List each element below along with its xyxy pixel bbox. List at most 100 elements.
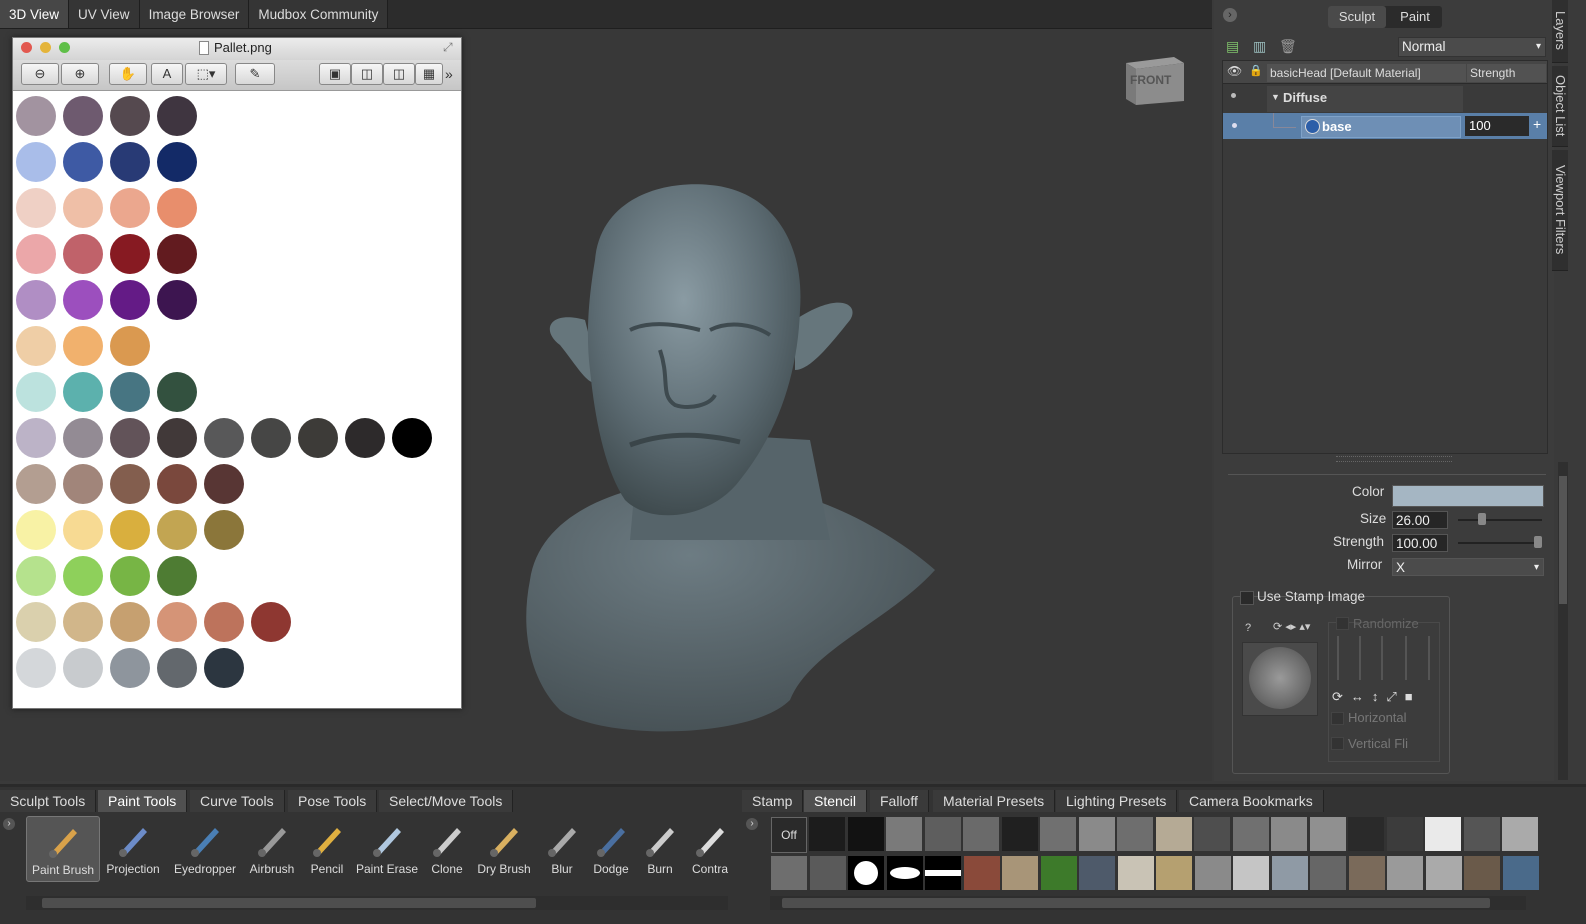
stencil-thumbnail[interactable] bbox=[963, 817, 999, 851]
scrollbar-thumb[interactable] bbox=[782, 898, 1490, 908]
view-grid-icon[interactable]: ▦ bbox=[415, 63, 443, 85]
delete-layer-icon[interactable]: 🗑 bbox=[1279, 38, 1297, 55]
tab-stencil[interactable]: Stencil bbox=[804, 790, 868, 812]
tab-image-browser[interactable]: Image Browser bbox=[139, 0, 250, 28]
random-slider-4[interactable] bbox=[1405, 636, 1407, 680]
size-slider[interactable] bbox=[1458, 519, 1542, 521]
collapse-icon[interactable]: › bbox=[1223, 8, 1237, 22]
strength-slider[interactable] bbox=[1458, 542, 1542, 544]
random-slider-3[interactable] bbox=[1381, 636, 1383, 680]
tab-paint-tools[interactable]: Paint Tools bbox=[98, 790, 188, 812]
tab-material-presets[interactable]: Material Presets bbox=[933, 790, 1056, 812]
stencil-thumbnail[interactable] bbox=[1117, 817, 1153, 851]
stencil-thumbnail[interactable] bbox=[1194, 856, 1231, 890]
stencil-thumbnail[interactable] bbox=[1002, 856, 1038, 890]
horizontal-checkbox[interactable] bbox=[1331, 712, 1344, 725]
strength-field[interactable]: 100.00 bbox=[1392, 534, 1448, 552]
stencil-thumbnail[interactable] bbox=[1387, 856, 1423, 890]
view-split-icon[interactable]: ◫ bbox=[351, 63, 383, 85]
stencil-thumbnail[interactable] bbox=[1386, 817, 1423, 851]
properties-scrollbar[interactable] bbox=[1558, 462, 1568, 780]
randomize-icons[interactable]: ⟳↔↕⤢■ bbox=[1332, 689, 1421, 705]
stencil-thumbnail[interactable] bbox=[1463, 817, 1500, 851]
expand-icon[interactable]: ▼ bbox=[1271, 92, 1280, 102]
layer-row-base[interactable]: base 100 + bbox=[1223, 113, 1547, 139]
zoom-in-icon[interactable]: ⊕ bbox=[61, 63, 99, 85]
random-slider-1[interactable] bbox=[1337, 636, 1339, 680]
stencil-thumbnail[interactable] bbox=[1502, 817, 1538, 851]
view-columns-icon[interactable]: ◫ bbox=[383, 63, 415, 85]
text-icon[interactable]: A bbox=[151, 63, 183, 85]
side-tab-object-list[interactable]: Object List bbox=[1552, 66, 1568, 147]
stencil-thumbnail[interactable] bbox=[1040, 817, 1076, 851]
stencil-thumbnail[interactable] bbox=[847, 817, 884, 851]
close-icon[interactable] bbox=[21, 42, 32, 53]
tool-paint-brush[interactable]: Paint Brush bbox=[26, 816, 100, 882]
stencil-thumbnail[interactable] bbox=[1309, 817, 1346, 851]
stencil-thumbnail[interactable] bbox=[1348, 817, 1384, 851]
palette-image[interactable] bbox=[13, 92, 461, 706]
stencil-thumbnail[interactable] bbox=[848, 856, 884, 890]
selection-icon[interactable]: ⬚▾ bbox=[185, 63, 227, 85]
random-slider-2[interactable] bbox=[1359, 636, 1361, 680]
vertical-checkbox[interactable] bbox=[1331, 737, 1344, 750]
tab-mudbox-community[interactable]: Mudbox Community bbox=[249, 0, 389, 28]
stencil-thumbnail[interactable] bbox=[809, 856, 846, 890]
tab-lighting-presets[interactable]: Lighting Presets bbox=[1056, 790, 1178, 812]
tool-eyedropper[interactable]: Eyedropper bbox=[171, 816, 239, 880]
layer-strength-field[interactable]: 100 bbox=[1465, 116, 1529, 136]
view-cube[interactable]: FRONT bbox=[1124, 53, 1184, 105]
tab-uv-view[interactable]: UV View bbox=[69, 0, 140, 28]
side-tab-layers[interactable]: Layers bbox=[1552, 0, 1568, 63]
resize-icon[interactable]: ⤢ bbox=[443, 40, 453, 55]
stencil-thumbnail[interactable] bbox=[1271, 817, 1307, 851]
stamp-preview[interactable] bbox=[1242, 642, 1318, 716]
pencil-icon[interactable]: ✎ bbox=[235, 63, 275, 85]
tab-falloff[interactable]: Falloff bbox=[870, 790, 929, 812]
tool-projection[interactable]: Projection bbox=[99, 816, 167, 880]
strength-slider-handle[interactable] bbox=[1534, 536, 1542, 548]
tab-3d-view[interactable]: 3D View bbox=[0, 0, 70, 28]
use-stamp-checkbox[interactable] bbox=[1240, 591, 1254, 605]
tab-pose-tools[interactable]: Pose Tools bbox=[288, 790, 378, 812]
visibility-dot-icon[interactable] bbox=[1232, 123, 1237, 128]
help-icon[interactable]: ? bbox=[1245, 622, 1251, 634]
tab-camera-bookmarks[interactable]: Camera Bookmarks bbox=[1179, 790, 1324, 812]
rotate-icons[interactable]: ⟳ ◂▸ ▴▾ bbox=[1273, 620, 1310, 633]
side-tab-viewport-filters[interactable]: Viewport Filters bbox=[1552, 150, 1568, 271]
view-single-icon[interactable]: ▣ bbox=[319, 63, 351, 85]
stencil-thumbnail[interactable] bbox=[925, 856, 961, 890]
stencil-thumbnail[interactable] bbox=[924, 817, 961, 851]
stencil-thumbnail[interactable] bbox=[1194, 817, 1230, 851]
stencil-thumbnail[interactable] bbox=[1079, 856, 1115, 890]
tool-contra[interactable]: Contra bbox=[676, 816, 744, 880]
color-swatch[interactable] bbox=[1392, 485, 1544, 507]
duplicate-layer-icon[interactable]: ▥ bbox=[1253, 38, 1266, 55]
tab-sculpt-tools[interactable]: Sculpt Tools bbox=[0, 790, 97, 812]
stencil-thumbnail[interactable] bbox=[1078, 817, 1115, 851]
panel-resize-handle[interactable] bbox=[1336, 456, 1452, 462]
stencil-thumbnail[interactable] bbox=[1271, 856, 1308, 890]
stencil-thumbnail[interactable] bbox=[1502, 856, 1539, 890]
stencil-thumbnail[interactable] bbox=[771, 856, 807, 890]
layer-name-field[interactable]: base bbox=[1301, 116, 1461, 138]
add-icon[interactable]: + bbox=[1533, 116, 1541, 132]
minimize-icon[interactable] bbox=[40, 42, 51, 53]
stencil-thumbnail[interactable] bbox=[1232, 817, 1269, 851]
stencil-thumbnail[interactable] bbox=[886, 817, 922, 851]
hand-icon[interactable]: ✋ bbox=[109, 63, 147, 85]
scrollbar-thumb[interactable] bbox=[1559, 476, 1567, 604]
stencil-thumbnail[interactable] bbox=[1425, 817, 1461, 851]
stencil-thumbnail[interactable] bbox=[1040, 856, 1077, 890]
channel-diffuse[interactable]: ▼ Diffuse bbox=[1267, 86, 1463, 112]
tab-curve-tools[interactable]: Curve Tools bbox=[190, 790, 285, 812]
sculpt-head-model[interactable] bbox=[510, 180, 950, 740]
stencil-thumbnail[interactable] bbox=[886, 856, 923, 890]
size-field[interactable]: 26.00 bbox=[1392, 511, 1448, 529]
zoom-out-icon[interactable]: ⊖ bbox=[21, 63, 59, 85]
random-slider-5[interactable] bbox=[1428, 636, 1430, 680]
scrollbar-thumb[interactable] bbox=[42, 898, 536, 908]
new-layer-icon[interactable]: ▤ bbox=[1226, 38, 1239, 55]
eye-icon[interactable]: 👁 bbox=[1227, 64, 1242, 78]
maximize-icon[interactable] bbox=[59, 42, 70, 53]
